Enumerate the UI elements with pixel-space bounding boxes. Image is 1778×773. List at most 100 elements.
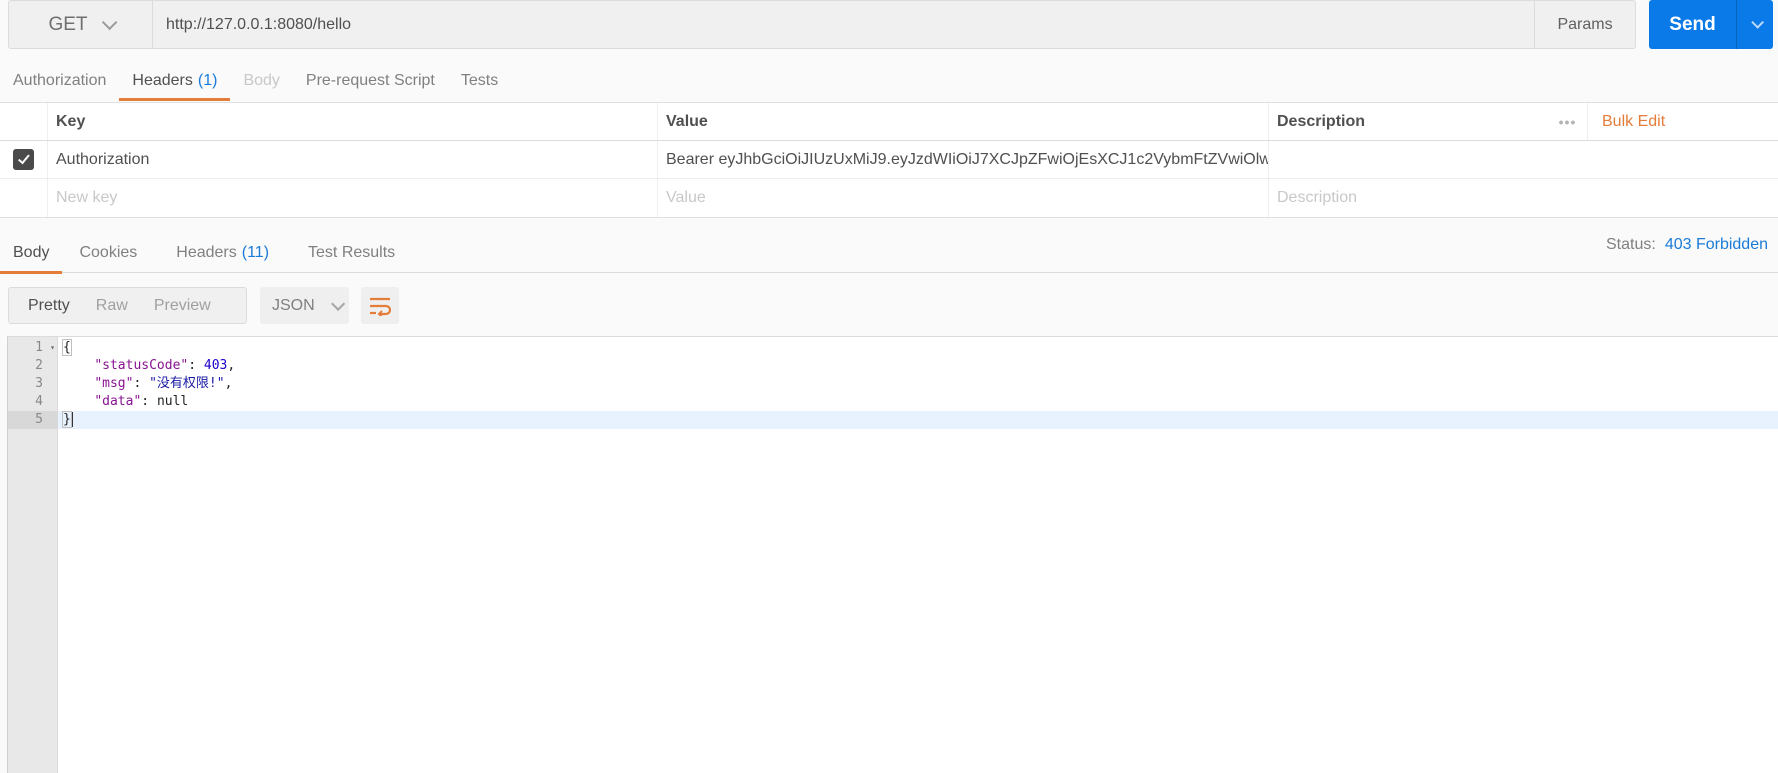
method-dropdown[interactable]: GET bbox=[9, 1, 153, 48]
new-key-input[interactable]: New key bbox=[48, 179, 658, 217]
url-text: http://127.0.0.1:8080/hello bbox=[166, 15, 352, 33]
tab-headers[interactable]: Headers (1) bbox=[119, 62, 231, 101]
code-text: } bbox=[58, 411, 73, 429]
code-text: "statusCode": 403, bbox=[58, 357, 235, 375]
view-pretty-button[interactable]: Pretty bbox=[9, 297, 70, 315]
params-button[interactable]: Params bbox=[1534, 1, 1635, 48]
tab-label: Body bbox=[243, 72, 280, 89]
request-url-bar: GET http://127.0.0.1:8080/hello Params bbox=[8, 0, 1636, 49]
code-token: : bbox=[133, 376, 150, 391]
code-line: 4 "data": null bbox=[8, 393, 1778, 411]
chevron-down-icon bbox=[330, 296, 345, 311]
tab-count: (1) bbox=[197, 72, 218, 89]
code-token: { bbox=[62, 339, 72, 356]
chevron-down-icon bbox=[1750, 16, 1764, 29]
row-actions bbox=[1548, 141, 1778, 178]
row-checkbox-cell bbox=[0, 141, 48, 178]
line-number: 3 bbox=[35, 376, 43, 391]
send-button-group: Send bbox=[1649, 0, 1773, 49]
format-dropdown[interactable]: JSON bbox=[260, 287, 349, 324]
tab-label: Test Results bbox=[308, 243, 396, 261]
view-raw-button[interactable]: Raw bbox=[70, 297, 128, 315]
response-body-editor[interactable]: 1 ▾{2 "statusCode": 403, 3 "msg": "没有权限!",… bbox=[7, 336, 1778, 773]
code-token: "data" bbox=[94, 394, 142, 409]
send-options-dropdown[interactable] bbox=[1737, 0, 1773, 49]
code-token: : bbox=[188, 358, 204, 373]
more-options-icon[interactable]: ••• bbox=[1548, 103, 1588, 140]
bulk-edit-link[interactable]: Bulk Edit bbox=[1588, 113, 1665, 131]
table-header-row: Key Value Description ••• Bulk Edit bbox=[0, 103, 1778, 141]
code-line: 3 "msg": "没有权限!", bbox=[8, 375, 1778, 393]
tab-body[interactable]: Body bbox=[230, 62, 292, 100]
code-text: "msg": "没有权限!", bbox=[58, 375, 232, 393]
header-check-column bbox=[0, 103, 48, 140]
new-header-row: New key Value Description bbox=[0, 179, 1778, 217]
tab-label: Authorization bbox=[13, 72, 107, 89]
tab-test-results[interactable]: Test Results bbox=[282, 232, 408, 273]
line-number: 4 bbox=[35, 394, 43, 409]
row-enabled-checkbox[interactable] bbox=[13, 149, 34, 170]
header-key-input[interactable]: Authorization bbox=[48, 141, 658, 178]
wrap-lines-button[interactable] bbox=[361, 287, 399, 324]
row-actions bbox=[1548, 179, 1778, 217]
text-cursor bbox=[71, 412, 73, 427]
tab-authorization[interactable]: Authorization bbox=[0, 62, 119, 100]
code-line: 5} bbox=[8, 411, 1778, 429]
response-status: Status: 403 Forbidden bbox=[1606, 236, 1768, 254]
line-number: 1 ▾ bbox=[35, 339, 55, 357]
code-token: : bbox=[141, 394, 157, 409]
status-label: Status: bbox=[1606, 236, 1656, 253]
code-line: 1 ▾ { bbox=[8, 339, 1778, 357]
line-number: 2 bbox=[35, 358, 43, 373]
code-lines: 1 ▾{2 "statusCode": 403, 3 "msg": "没有权限!",… bbox=[8, 339, 1778, 429]
tab-cookies[interactable]: Cookies bbox=[62, 232, 150, 273]
tab-label: Cookies bbox=[79, 243, 138, 261]
response-tabs: Body Cookies Headers (11) Test Results bbox=[0, 232, 1778, 274]
column-header-description: Description bbox=[1277, 112, 1366, 130]
code-token: , bbox=[224, 376, 233, 391]
checkmark-icon bbox=[17, 151, 30, 165]
new-value-input[interactable]: Value bbox=[658, 179, 1269, 217]
code-token: "statusCode" bbox=[94, 358, 189, 373]
column-header-value: Value bbox=[658, 103, 1269, 140]
tab-label: Tests bbox=[460, 72, 499, 89]
tab-response-headers[interactable]: Headers (11) bbox=[150, 232, 282, 273]
wrap-lines-icon bbox=[370, 297, 392, 316]
tab-label: Body bbox=[13, 243, 50, 261]
code-line: 2 "statusCode": 403, bbox=[8, 357, 1778, 375]
request-tabs: Authorization Headers (1) Body Pre-reques… bbox=[0, 62, 511, 101]
fold-toggle-icon[interactable]: ▾ bbox=[50, 339, 55, 357]
header-description-input[interactable] bbox=[1269, 141, 1548, 178]
header-value-input[interactable]: Bearer eyJhbGciOiJIUzUxMiJ9.eyJzdWIiOiJ7… bbox=[658, 141, 1269, 178]
code-text: "data": null bbox=[58, 393, 188, 411]
column-header-key: Key bbox=[48, 103, 658, 140]
tab-tests[interactable]: Tests bbox=[448, 62, 511, 100]
code-token: 403 bbox=[203, 358, 228, 373]
new-description-input[interactable]: Description bbox=[1269, 179, 1548, 217]
code-token: "没有权限!" bbox=[149, 376, 225, 391]
line-number: 5 bbox=[8, 411, 58, 429]
tab-label: Pre-request Script bbox=[305, 72, 435, 89]
format-label: JSON bbox=[272, 296, 315, 314]
view-preview-button[interactable]: Preview bbox=[128, 297, 211, 315]
method-label: GET bbox=[48, 13, 88, 35]
send-button[interactable]: Send bbox=[1649, 0, 1737, 49]
table-actions: ••• Bulk Edit bbox=[1548, 103, 1778, 140]
tab-pre-request-script[interactable]: Pre-request Script bbox=[293, 62, 448, 100]
chevron-down-icon bbox=[101, 14, 117, 31]
status-code[interactable]: 403 Forbidden bbox=[1660, 236, 1768, 253]
url-input[interactable]: http://127.0.0.1:8080/hello bbox=[153, 1, 1534, 48]
tab-response-body[interactable]: Body bbox=[0, 232, 63, 274]
tab-label: Headers bbox=[176, 243, 237, 261]
code-token: "msg" bbox=[94, 376, 134, 391]
tab-count: (11) bbox=[241, 243, 270, 261]
table-row: Authorization Bearer eyJhbGciOiJIUzUxMiJ… bbox=[0, 141, 1778, 179]
view-mode-selector: Pretty Raw Preview bbox=[8, 287, 247, 324]
code-token: } bbox=[62, 411, 72, 428]
code-text: { bbox=[58, 339, 72, 357]
code-token: , bbox=[227, 358, 236, 373]
row-checkbox-cell bbox=[0, 179, 48, 217]
